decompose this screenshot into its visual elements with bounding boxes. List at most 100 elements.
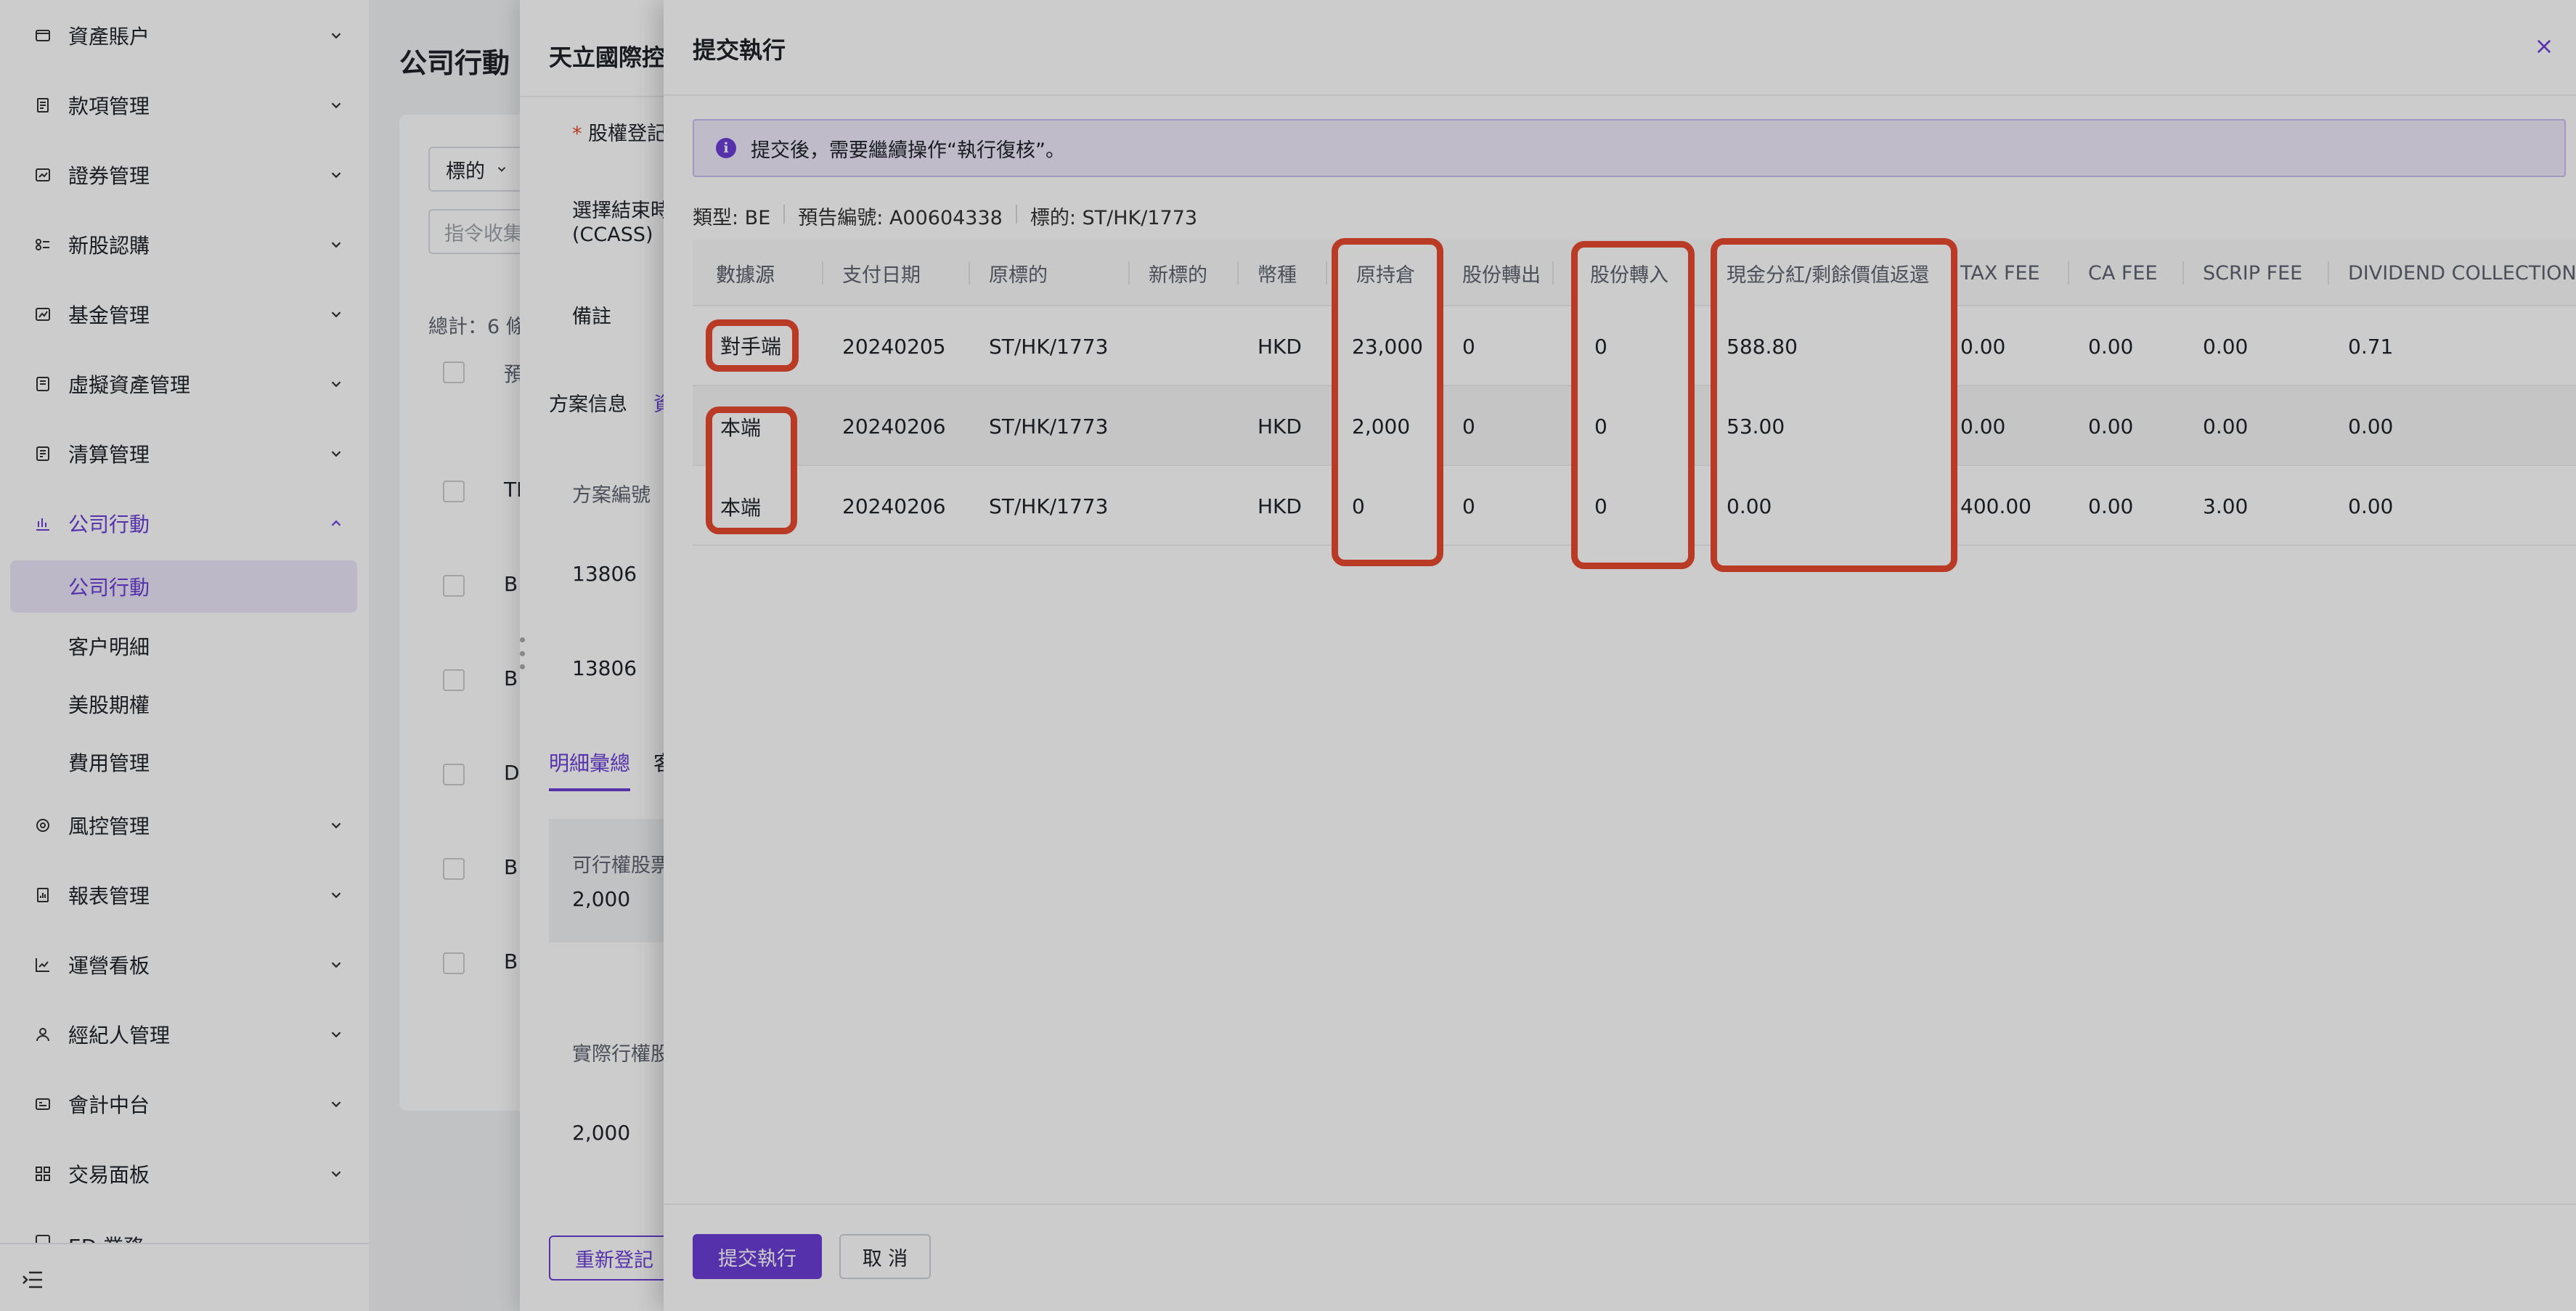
column-header: 原標的 <box>970 240 1130 306</box>
column-label: 股份轉出 <box>1462 264 1541 287</box>
currency: HKD <box>1258 334 1302 359</box>
column-header: 現金分紅/剩餘價值返還 <box>1727 264 1930 287</box>
menu-label: 清算管理 <box>68 443 150 467</box>
menu-fund[interactable]: 基金管理 <box>0 289 369 340</box>
data-source: 對手端 <box>720 335 782 359</box>
line-chart-icon <box>33 955 52 974</box>
menu-ipo[interactable]: 新股認購 <box>0 219 369 270</box>
chevron-up-icon <box>331 520 341 526</box>
divider <box>1015 205 1017 224</box>
menu-label: 運營看板 <box>68 954 150 978</box>
submit-execution-drawer: 提交執行 i 提交後，需要繼續操作“執行復核”。 類型: BE 預告編號: A0… <box>664 0 2576 1311</box>
resize-handle[interactable] <box>520 637 526 669</box>
meta-type: 類型: BE <box>693 207 771 229</box>
scrip-fee: 3.00 <box>2203 494 2249 518</box>
ca-fee: 0.00 <box>2088 414 2134 438</box>
row-checkbox[interactable] <box>443 952 465 974</box>
submit-execution-button[interactable]: 提交執行 <box>693 1234 822 1279</box>
submenu-corporate-action[interactable]: 公司行動 <box>10 560 357 613</box>
cancel-button[interactable]: 取 消 <box>839 1234 931 1279</box>
drawer-footer: 提交執行 取 消 <box>664 1204 2576 1311</box>
menu-label: ED 業務 <box>68 1231 144 1243</box>
row-checkbox[interactable] <box>443 669 465 691</box>
dividend-collection: 0.00 <box>2348 494 2394 518</box>
cash-dividend: 588.80 <box>1727 334 1798 359</box>
close-icon <box>2537 39 2551 54</box>
menu-label: 公司行動 <box>68 512 150 536</box>
wallet-icon <box>33 26 52 45</box>
menu-label: 新股認購 <box>68 234 150 258</box>
menu-operations-board[interactable]: 運營看板 <box>0 939 369 990</box>
row-checkbox[interactable] <box>443 858 465 880</box>
document-list-icon <box>33 96 52 115</box>
shares-out: 0 <box>1462 334 1475 359</box>
row-checkbox[interactable] <box>443 575 465 597</box>
menu-settlement[interactable]: 清算管理 <box>0 428 369 479</box>
drawer-header: 提交執行 <box>664 0 2576 96</box>
tab-detail-summary[interactable]: 明細彙總 <box>549 748 630 777</box>
menu-risk[interactable]: 風控管理 <box>0 800 369 851</box>
submenu-us-options[interactable]: 美股期權 <box>0 678 369 730</box>
close-button[interactable] <box>2530 32 2559 61</box>
field-equity-label: * 股權登記 <box>572 123 667 145</box>
drawer-title: 天立國際控 <box>549 44 666 71</box>
select-all-checkbox[interactable] <box>443 362 465 383</box>
column-label: 新標的 <box>1149 264 1207 287</box>
ca-fee: 0.00 <box>2088 494 2134 518</box>
column-header: 原持倉 <box>1356 264 1415 287</box>
sidebar-footer <box>0 1243 369 1311</box>
row-checkbox[interactable] <box>443 481 465 502</box>
info-icon: i <box>716 138 736 158</box>
data-source: 本端 <box>720 496 762 520</box>
menu-ed-business[interactable]: ED 業務 <box>0 1218 369 1243</box>
menu-payment[interactable]: 款項管理 <box>0 80 369 131</box>
menu-corporate-action[interactable]: 公司行動 <box>0 498 369 549</box>
column-header: TAX FEE <box>1941 240 2069 306</box>
exercisable-value: 2,000 <box>572 887 631 911</box>
reregister-button[interactable]: 重新登記 <box>549 1236 680 1281</box>
column-label: CA FEE <box>2088 261 2158 285</box>
chevron-down-icon <box>331 33 341 39</box>
column-header: DIVIDEND COLLECTION <box>2329 240 2576 306</box>
dividend-collection: 0.00 <box>2348 414 2394 438</box>
column-header: 股份轉入 <box>1590 264 1668 287</box>
shares-out: 0 <box>1462 414 1475 438</box>
submenu-label: 美股期權 <box>68 693 150 717</box>
menu-virtual-asset[interactable]: 虛擬資產管理 <box>0 359 369 409</box>
divider <box>520 96 665 97</box>
menu-broker[interactable]: 經紀人管理 <box>0 1009 369 1060</box>
chevron-down-icon <box>331 1101 341 1108</box>
submenu-fee-management[interactable]: 費用管理 <box>0 736 369 788</box>
field-ccass-label: (CCASS) <box>572 224 653 246</box>
chevron-down-icon <box>331 102 341 109</box>
settlement-icon <box>33 444 52 463</box>
user-icon <box>33 1025 52 1044</box>
chevron-down-icon <box>331 242 341 248</box>
filter-select[interactable]: 標的 <box>428 147 523 192</box>
sidebar: 資產賬户 款項管理 證券管理 新股認購 基金管理 虛擬資產管理 清算管理 公司行… <box>0 0 369 1311</box>
total-count: 總計：6 條 <box>428 316 526 338</box>
collapse-menu-icon[interactable] <box>22 1270 44 1289</box>
menu-report[interactable]: 報表管理 <box>0 870 369 920</box>
actual-label: 實際行權股 <box>572 1043 670 1066</box>
tax-fee: 400.00 <box>1960 494 2031 518</box>
menu-accounting[interactable]: 會計中台 <box>0 1079 369 1130</box>
tab-scheme[interactable]: 方案信息 <box>549 388 627 417</box>
column-label: 幣種 <box>1258 264 1297 287</box>
menu-trading-panel[interactable]: 交易面板 <box>0 1148 369 1199</box>
column-label: TAX FEE <box>1960 261 2040 285</box>
report-icon <box>33 886 52 904</box>
chevron-down-icon <box>331 311 341 318</box>
original-symbol: ST/HK/1773 <box>989 334 1109 359</box>
accounting-icon <box>33 1095 52 1114</box>
row-checkbox[interactable] <box>443 764 465 785</box>
ed-icon <box>33 1231 52 1243</box>
dividend-collection: 0.71 <box>2348 334 2394 359</box>
menu-securities[interactable]: 證券管理 <box>0 150 369 200</box>
chevron-down-icon <box>331 1171 341 1177</box>
menu-asset-accounts[interactable]: 資產賬户 <box>0 10 369 61</box>
original-holding: 2,000 <box>1352 414 1411 438</box>
original-holding: 23,000 <box>1352 334 1423 359</box>
meta-symbol: 標的: ST/HK/1773 <box>1030 207 1198 229</box>
submenu-client-detail[interactable]: 客户明細 <box>0 620 369 672</box>
